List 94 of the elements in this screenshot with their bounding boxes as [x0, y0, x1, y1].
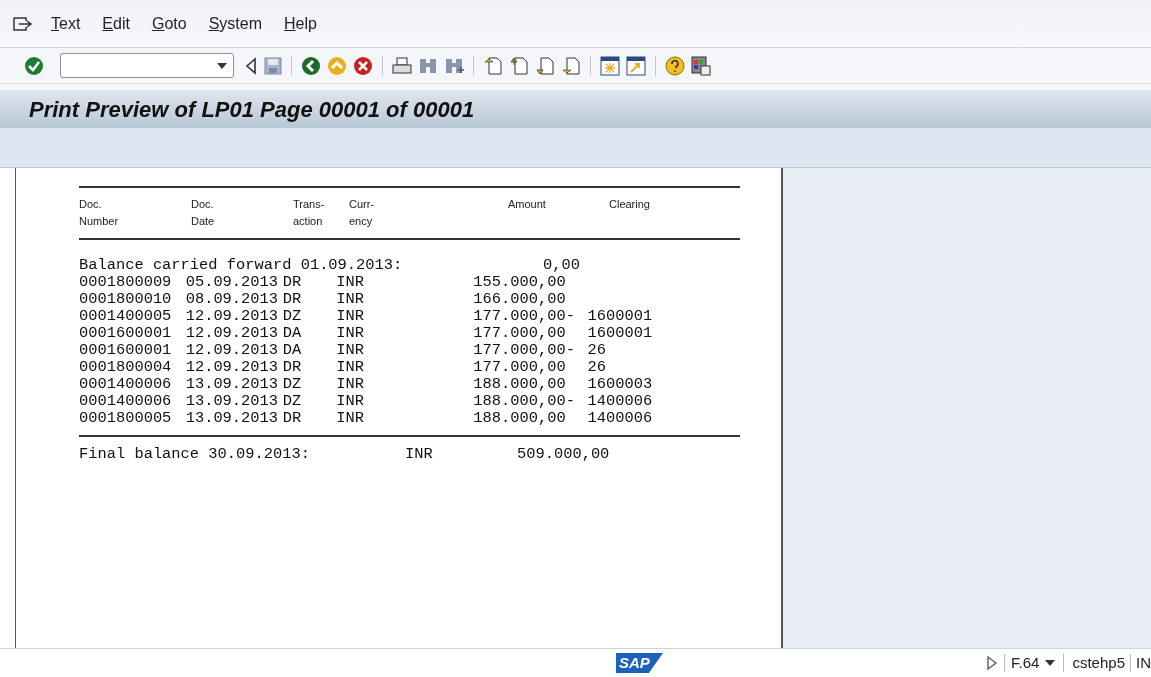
menu-item[interactable]: Goto	[151, 11, 187, 36]
final-balance-label: Final balance 30.09.2013:	[79, 445, 310, 463]
table-cell: 12.09.2013	[185, 324, 279, 342]
table-cell: 13.09.2013	[185, 392, 279, 410]
column-header: Trans- action	[293, 197, 325, 229]
find-icon[interactable]	[418, 56, 438, 75]
table-cell: DR	[282, 358, 302, 376]
table-cell: 188.000,00-	[473, 392, 575, 410]
sap-logo: SAP	[616, 653, 663, 673]
print-icon[interactable]	[392, 56, 412, 75]
table-cell: 1600001	[587, 324, 653, 342]
table-cell: INR	[336, 307, 364, 325]
table-cell: 1600001	[587, 307, 653, 325]
table-cell: 0001600001	[79, 341, 172, 359]
final-balance-amount: 509.000,00	[517, 445, 610, 463]
table-cell: DZ	[282, 307, 302, 325]
table-cell: DR	[282, 273, 302, 291]
first-page-icon[interactable]	[483, 55, 503, 76]
table-cell: 177.000,00-	[473, 341, 575, 359]
table-cell: DA	[282, 324, 302, 342]
transaction-code: F.64	[1011, 652, 1040, 673]
table-cell: DR	[282, 409, 302, 427]
table-cell: 177.000,00-	[473, 307, 575, 325]
table-cell: 13.09.2013	[185, 409, 279, 427]
shortcut-window-icon[interactable]	[626, 55, 646, 76]
balance-amount: 0,00	[543, 256, 580, 274]
table-cell: 1400006	[587, 392, 653, 410]
table-cell: 08.09.2013	[185, 290, 279, 308]
back-icon[interactable]	[301, 55, 321, 76]
table-cell: INR	[336, 290, 364, 308]
table-cell: 0001800005	[79, 409, 172, 427]
expand-triangle-icon[interactable]	[986, 656, 999, 670]
menu-item[interactable]: Help	[283, 11, 317, 36]
menu-item[interactable]: Edit	[102, 11, 130, 36]
table-cell: 26	[587, 358, 607, 376]
table-cell: 12.09.2013	[185, 307, 279, 325]
table-cell: 0001400005	[79, 307, 172, 325]
cancel-icon[interactable]	[353, 55, 373, 76]
final-balance-currency: INR	[405, 445, 433, 463]
server-name: cstehp5	[1072, 652, 1125, 673]
table-cell: 0001800010	[79, 290, 172, 308]
balance-label: Balance carried forward 01.09.2013:	[79, 256, 403, 274]
table-cell: 188.000,00	[473, 409, 566, 427]
dropdown-caret-icon[interactable]	[217, 62, 227, 69]
column-header: Curr- ency	[349, 197, 375, 229]
table-cell: 0001800004	[79, 358, 172, 376]
table-cell: 1600003	[587, 375, 653, 393]
table-cell: INR	[336, 375, 364, 393]
table-cell: 177.000,00	[473, 324, 566, 342]
table-cell: 155.000,00	[473, 273, 566, 291]
table-cell: INR	[336, 409, 364, 427]
table-cell: INR	[336, 341, 364, 359]
menu-item[interactable]: Text	[51, 11, 81, 36]
command-field[interactable]	[60, 53, 234, 78]
table-cell: INR	[336, 324, 364, 342]
table-cell: 1400006	[587, 409, 653, 427]
table-cell: DZ	[282, 392, 302, 410]
table-cell: 166.000,00	[473, 290, 566, 308]
save-icon[interactable]	[264, 56, 282, 75]
table-cell: 0001600001	[79, 324, 172, 342]
table-cell: 12.09.2013	[185, 341, 279, 359]
new-window-icon[interactable]	[600, 55, 620, 76]
last-page-icon[interactable]	[561, 55, 581, 76]
menu-icon[interactable]	[13, 15, 33, 32]
previous-page-icon[interactable]	[509, 55, 529, 76]
column-header: Doc. Number	[79, 197, 119, 229]
table-cell: 177.000,00	[473, 358, 566, 376]
find-next-icon[interactable]	[444, 56, 464, 75]
layout-settings-icon[interactable]	[691, 55, 711, 76]
table-cell: 13.09.2013	[185, 375, 279, 393]
column-header: Clearing	[609, 197, 650, 212]
input-mode: IN	[1136, 652, 1151, 673]
table-cell: 26	[587, 341, 607, 359]
next-page-icon[interactable]	[535, 55, 555, 76]
table-cell: DZ	[282, 375, 302, 393]
help-icon[interactable]	[665, 55, 685, 76]
table-cell: 188.000,00	[473, 375, 566, 393]
dropdown-caret-icon[interactable]	[1045, 660, 1056, 666]
column-header: Amount	[508, 197, 546, 212]
table-cell: 12.09.2013	[185, 358, 279, 376]
table-cell: 0001400006	[79, 392, 172, 410]
table-cell: DR	[282, 290, 302, 308]
menu-item[interactable]: System	[208, 11, 262, 36]
table-cell: INR	[336, 273, 364, 291]
table-cell: DA	[282, 341, 302, 359]
table-cell: INR	[336, 358, 364, 376]
table-cell: 0001400006	[79, 375, 172, 393]
back-triangle-icon[interactable]	[244, 56, 258, 75]
column-header: Doc. Date	[191, 197, 215, 229]
table-cell: INR	[336, 392, 364, 410]
screen-title: Print Preview of LP01 Page 00001 of 00001	[29, 95, 475, 124]
table-cell: 0001800009	[79, 273, 172, 291]
table-cell: 05.09.2013	[185, 273, 279, 291]
checkmark-icon[interactable]	[24, 55, 44, 76]
